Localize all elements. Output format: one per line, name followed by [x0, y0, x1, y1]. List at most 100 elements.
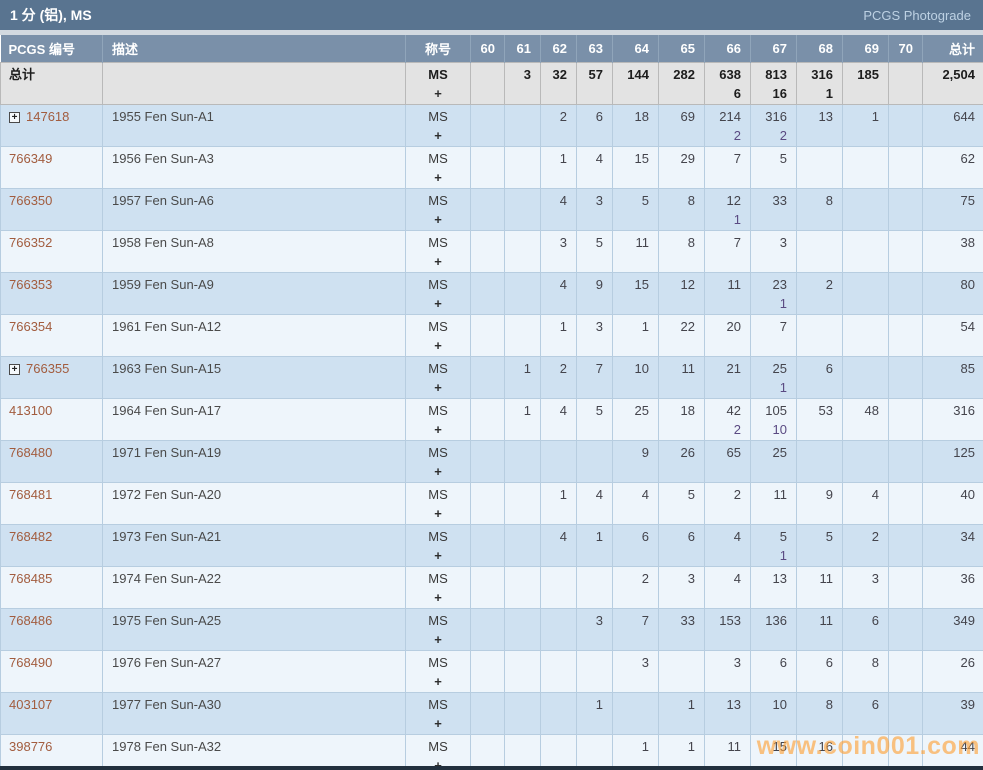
grade-65-cell: 33	[658, 607, 705, 651]
grade-69-cell: 6	[842, 691, 889, 735]
pcgs-number-cell: 766349	[0, 145, 103, 189]
row-total-cell: 644	[922, 103, 983, 147]
expand-varieties-icon[interactable]: +	[9, 111, 20, 123]
grade-70-cell	[888, 397, 923, 441]
pcgs-number-link[interactable]: 398776	[9, 739, 52, 754]
designation-cell: MS +	[405, 523, 471, 567]
pcgs-number-cell: 768490	[0, 649, 103, 693]
grade-67-cell: 5	[750, 145, 797, 189]
coin-description-cell: 1972 Fen Sun-A20	[102, 481, 406, 525]
designation-cell: MS +	[405, 733, 471, 770]
pcgs-number-link[interactable]: 766355	[26, 361, 69, 376]
grade-63-cell: 7	[576, 355, 613, 399]
grade-66-cell: 3	[704, 649, 751, 693]
grade-64-cell: 10	[612, 355, 659, 399]
grade-65-cell: 6	[658, 523, 705, 567]
grade-64-cell: 7	[612, 607, 659, 651]
pcgs-number-cell: 768486	[0, 607, 103, 651]
section-title-bar: 1 分 (铝), MS PCGS Photograde	[0, 0, 983, 30]
table-row: 766354 1961 Fen Sun-A12 MS + 1 3 1 22 20 7 …	[0, 313, 983, 357]
designation-cell: MS +	[405, 313, 471, 357]
grade-66-cell: 214 2	[704, 103, 751, 147]
coin-description-cell: 1975 Fen Sun-A25	[102, 607, 406, 651]
photograde-link[interactable]: PCGS Photograde	[863, 8, 971, 23]
grade-61-cell	[504, 649, 541, 693]
grade-62-cell	[540, 649, 577, 693]
grade-62-cell	[540, 565, 577, 609]
column-header-grade-68: 68	[796, 35, 843, 62]
grade-67-cell: 10	[750, 691, 797, 735]
pcgs-number-link[interactable]: 413100	[9, 403, 52, 418]
column-header-grade-64: 64	[612, 35, 659, 62]
coin-description-cell: 1964 Fen Sun-A17	[102, 397, 406, 441]
pcgs-number-link[interactable]: 768486	[9, 613, 52, 628]
pcgs-number-link[interactable]: 766354	[9, 319, 52, 334]
pcgs-number-link[interactable]: 147618	[26, 109, 69, 124]
grade-66-cell: 20	[704, 313, 751, 357]
grade-65-cell: 18	[658, 397, 705, 441]
grade-63-cell: 3	[576, 607, 613, 651]
grade-61-cell: 1	[504, 355, 541, 399]
grade-60-cell	[470, 733, 505, 770]
grade-60-cell	[470, 313, 505, 357]
coin-description-cell: 1957 Fen Sun-A6	[102, 187, 406, 231]
row-total-cell: 316	[922, 397, 983, 441]
coin-description-cell: 1956 Fen Sun-A3	[102, 145, 406, 189]
pcgs-number-link[interactable]: 766349	[9, 151, 52, 166]
grade-67-cell: 23 1	[750, 271, 797, 315]
pcgs-number-link[interactable]: 768490	[9, 655, 52, 670]
grade-62-cell: 2	[540, 355, 577, 399]
pcgs-number-link[interactable]: 403107	[9, 697, 52, 712]
grade-67-cell: 25	[750, 439, 797, 483]
pcgs-number-link[interactable]: 766350	[9, 193, 52, 208]
grade-61-cell	[504, 187, 541, 231]
grade-70-cell	[888, 103, 923, 147]
coin-description-cell: 1974 Fen Sun-A22	[102, 565, 406, 609]
pcgs-number-link[interactable]: 766353	[9, 277, 52, 292]
grade-60-cell	[470, 229, 505, 273]
grade-63-cell	[576, 439, 613, 483]
grade-64-cell: 6	[612, 523, 659, 567]
grade-66-cell: 12 1	[704, 187, 751, 231]
grade-66-cell: 153	[704, 607, 751, 651]
pcgs-number-link[interactable]: 766352	[9, 235, 52, 250]
grade-63-cell: 6	[576, 103, 613, 147]
expand-varieties-icon[interactable]: +	[9, 363, 20, 375]
coin-description-cell: 1961 Fen Sun-A12	[102, 313, 406, 357]
population-report-page: 1 分 (铝), MS PCGS Photograde PCGS 编号 描述 称号 6…	[0, 0, 983, 770]
grade-68-cell: 316 1	[796, 61, 843, 105]
designation-cell: MS +	[405, 691, 471, 735]
column-header-grade-69: 69	[842, 35, 889, 62]
table-row: +147618 1955 Fen Sun-A1 MS + 2 6 18 69 214 2…	[0, 103, 983, 147]
grade-62-cell: 4	[540, 271, 577, 315]
grade-62-cell: 4	[540, 397, 577, 441]
designation-cell: MS +	[405, 103, 471, 147]
pcgs-number-link[interactable]: 768480	[9, 445, 52, 460]
grade-60-cell	[470, 103, 505, 147]
column-header-grade-67: 67	[750, 35, 797, 62]
grade-61-cell	[504, 481, 541, 525]
grade-64-cell: 4	[612, 481, 659, 525]
designation-cell: MS +	[405, 397, 471, 441]
grand-total-cell: 2,504	[922, 61, 983, 105]
grade-63-cell: 4	[576, 145, 613, 189]
grade-61-cell	[504, 229, 541, 273]
grade-63-cell: 3	[576, 313, 613, 357]
grade-66-cell: 4	[704, 523, 751, 567]
grade-60-cell	[470, 439, 505, 483]
row-total-cell: 39	[922, 691, 983, 735]
grade-68-cell	[796, 229, 843, 273]
table-row: 766349 1956 Fen Sun-A3 MS + 1 4 15 29 7 5 6…	[0, 145, 983, 189]
grade-64-cell: 18	[612, 103, 659, 147]
coin-description-cell	[102, 61, 406, 105]
grade-64-cell: 9	[612, 439, 659, 483]
table-row: 768486 1975 Fen Sun-A25 MS + 3 7 33 153 136…	[0, 607, 983, 651]
row-total-cell: 75	[922, 187, 983, 231]
pcgs-number-link[interactable]: 768482	[9, 529, 52, 544]
grade-69-cell: 185	[842, 61, 889, 105]
grade-63-cell: 57	[576, 61, 613, 105]
grade-67-cell: 6	[750, 649, 797, 693]
pcgs-number-link[interactable]: 768485	[9, 571, 52, 586]
pcgs-number-link[interactable]: 768481	[9, 487, 52, 502]
grade-62-cell: 4	[540, 187, 577, 231]
